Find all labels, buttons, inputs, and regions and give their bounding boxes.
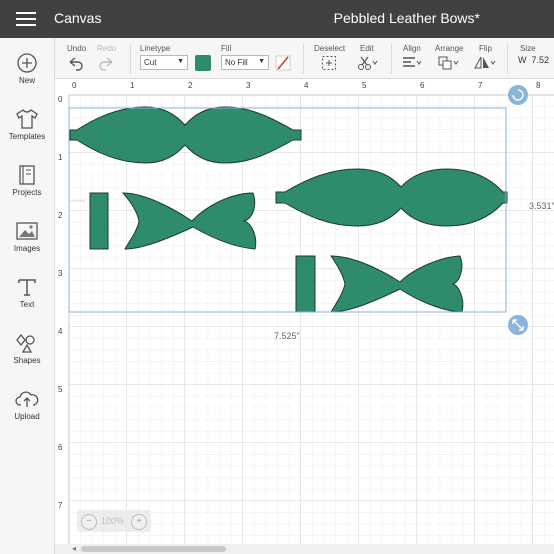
undo-label: Undo (67, 44, 87, 53)
chevron-down-icon: ▼ (258, 58, 265, 65)
selection-height-label: 3.531" (529, 201, 554, 211)
linetype-color-swatch[interactable] (195, 55, 211, 71)
deselect-icon[interactable] (321, 55, 337, 71)
toolbar-divider (130, 44, 131, 74)
size-label: Size (520, 44, 536, 53)
book-icon (19, 165, 35, 185)
top-bar: Canvas Pebbled Leather Bows* (0, 0, 554, 38)
resize-handle-icon[interactable] (508, 315, 528, 335)
linetype-select[interactable]: Cut ▼ (140, 55, 188, 70)
no-fill-swatch-icon[interactable] (275, 55, 291, 71)
redo-icon[interactable] (97, 55, 115, 71)
bow-loop-shape (69, 106, 302, 164)
align-label: Align (403, 44, 421, 53)
sidebar-item-upload[interactable]: Upload (0, 384, 54, 436)
fill-select[interactable]: No Fill ▼ (221, 55, 269, 70)
size-width-value: 7.52 (531, 55, 550, 65)
flip-label: Flip (479, 44, 492, 53)
toolbar-divider (391, 44, 392, 74)
sidebar-item-label: New (18, 76, 35, 85)
sidebar-item-label: Images (13, 244, 41, 253)
text-t-icon (18, 279, 36, 296)
sidebar-item-projects[interactable]: Projects (0, 160, 54, 212)
sidebar-item-new[interactable]: New (0, 48, 54, 100)
tshirt-icon (16, 109, 38, 129)
bow-center-strap (89, 192, 109, 250)
bow-center-strap (295, 255, 316, 313)
arrange-label: Arrange (435, 44, 464, 53)
zoom-in-button[interactable]: + (131, 514, 147, 530)
left-sidebar: New Templates Projects Images Text Shape… (0, 38, 55, 554)
sidebar-item-label: Projects (12, 188, 42, 197)
scroll-left-icon[interactable]: ◂ (72, 544, 76, 553)
scissors-icon[interactable] (357, 55, 379, 71)
redo-label: Redo (97, 44, 117, 53)
undo-icon[interactable] (67, 55, 85, 71)
sidebar-item-text[interactable]: Text (0, 272, 54, 324)
deselect-label: Deselect (314, 44, 346, 53)
bow-loop-shape (275, 168, 508, 227)
linetype-label: Linetype (140, 44, 171, 53)
image-icon (16, 222, 38, 240)
fill-value: No Fill (225, 58, 248, 67)
flip-icon[interactable] (473, 55, 497, 71)
fill-label: Fill (221, 44, 232, 53)
selection-width-label: 7.525" (274, 331, 300, 341)
plus-circle-icon (17, 53, 37, 73)
sidebar-item-label: Text (19, 300, 35, 309)
size-width-field[interactable]: W 7.52 (518, 55, 549, 65)
shapes-icon (16, 333, 35, 353)
horizontal-scrollbar[interactable]: ◂ (55, 544, 554, 554)
toolbar-divider (303, 44, 304, 74)
sidebar-item-label: Templates (8, 132, 46, 141)
hamburger-menu-icon[interactable] (16, 12, 36, 26)
sidebar-item-images[interactable]: Images (0, 216, 54, 268)
zoom-control: − 100% + (77, 510, 151, 532)
chevron-down-icon: ▼ (177, 58, 184, 65)
bow-pieces (68, 85, 528, 335)
cloud-upload-icon (15, 391, 39, 407)
arrange-icon[interactable] (437, 55, 461, 71)
design-canvas[interactable]: 0 1 2 3 4 5 6 7 8 0 1 2 3 4 5 6 7 7.525"… (55, 79, 554, 554)
document-title[interactable]: Pebbled Leather Bows* (334, 10, 480, 26)
zoom-level: 100% (101, 516, 125, 526)
bow-tail-shape (330, 255, 464, 313)
edit-label: Edit (360, 44, 374, 53)
size-width-prefix: W (518, 55, 527, 65)
sidebar-item-templates[interactable]: Templates (0, 104, 54, 156)
zoom-out-button[interactable]: − (81, 514, 97, 530)
sidebar-item-label: Shapes (13, 356, 41, 365)
scrollbar-thumb[interactable] (81, 546, 226, 552)
sidebar-item-label: Upload (14, 412, 40, 421)
sidebar-item-shapes[interactable]: Shapes (0, 328, 54, 380)
align-icon[interactable] (401, 55, 423, 71)
edit-toolbar: Undo Redo Linetype Cut ▼ Fill No Fill ▼ … (55, 38, 554, 79)
app-title: Canvas (54, 10, 102, 26)
bow-tail-shape (121, 192, 257, 250)
rotate-handle-icon[interactable] (508, 85, 528, 105)
toolbar-divider (507, 44, 508, 74)
linetype-value: Cut (144, 58, 157, 67)
